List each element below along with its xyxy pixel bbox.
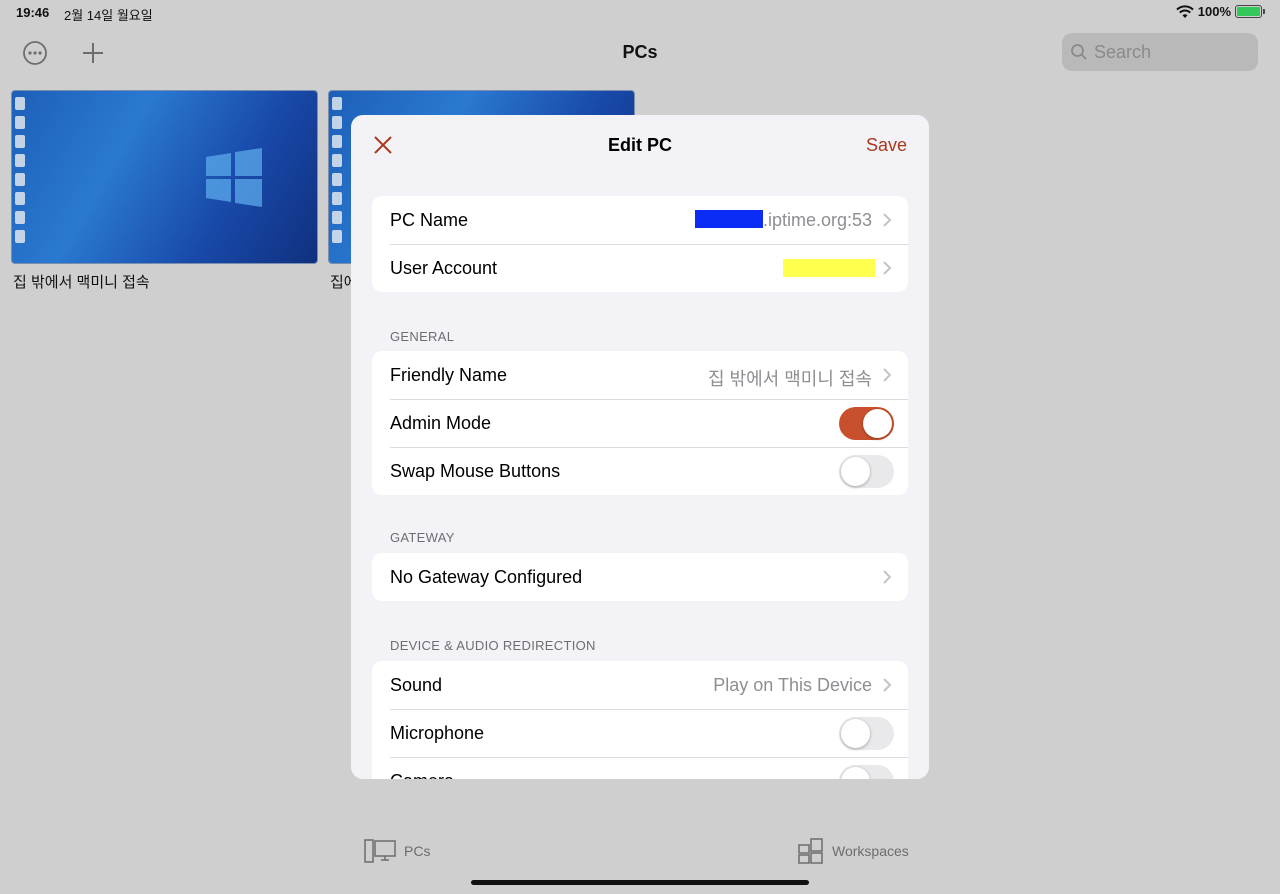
tab-pcs[interactable]: PCs — [364, 838, 430, 864]
save-button[interactable]: Save — [866, 135, 907, 156]
tab-workspaces[interactable]: Workspaces — [798, 838, 909, 864]
desktop-icons — [332, 97, 344, 243]
connection-group: PC Name .iptime.org:53 User Account — [372, 196, 908, 292]
admin-mode-label: Admin Mode — [390, 412, 492, 433]
wifi-icon — [1176, 4, 1194, 18]
gateway-label: No Gateway Configured — [390, 566, 583, 587]
section-header-gateway: GATEWAY — [390, 530, 455, 545]
admin-mode-row: Admin Mode — [372, 399, 908, 447]
modal-title: Edit PC — [607, 135, 672, 155]
tab-pcs-label: PCs — [404, 843, 431, 859]
status-time: 19:46 — [16, 5, 50, 20]
search-icon — [1071, 44, 1087, 60]
chevron-right-icon — [883, 368, 892, 382]
monitor-icon — [364, 839, 396, 863]
chevron-right-icon — [883, 570, 892, 584]
friendly-name-value: 집 밖에서 맥미니 접속 — [707, 369, 872, 389]
redaction-block — [783, 259, 875, 277]
pc-name-row[interactable]: PC Name .iptime.org:53 — [372, 196, 908, 244]
desktop-icons — [15, 97, 27, 243]
camera-toggle[interactable] — [839, 765, 894, 779]
chevron-right-icon — [883, 213, 892, 227]
camera-row: Camera — [372, 757, 908, 779]
tab-workspaces-label: Workspaces — [832, 843, 909, 859]
device-audio-group: Sound Play on This Device Microphone Cam… — [372, 661, 908, 779]
home-indicator — [471, 880, 809, 885]
windows-logo-icon — [206, 148, 262, 207]
swap-mouse-toggle[interactable] — [839, 455, 894, 488]
tab-bar: PCs Workspaces — [0, 830, 1280, 870]
user-account-row[interactable]: User Account — [372, 244, 908, 292]
redaction-block — [694, 210, 763, 228]
swap-mouse-row: Swap Mouse Buttons — [372, 447, 908, 495]
admin-mode-toggle[interactable] — [839, 407, 894, 440]
search-box[interactable] — [1062, 33, 1258, 71]
camera-label: Camera — [390, 771, 454, 780]
search-input[interactable] — [1094, 41, 1234, 63]
user-account-label: User Account — [390, 257, 498, 278]
status-right: 100% — [1176, 4, 1265, 19]
pc-name-value: .iptime.org:53 — [694, 210, 872, 231]
nav-bar: PCs — [0, 26, 1280, 82]
section-header-device-audio: DEVICE & AUDIO REDIRECTION — [390, 638, 596, 653]
gateway-group: No Gateway Configured — [372, 553, 908, 601]
friendly-name-label: Friendly Name — [390, 364, 508, 385]
pc-tile-thumbnail[interactable] — [11, 90, 318, 264]
section-header-general: GENERAL — [390, 329, 455, 344]
modal-header: Edit PC Save — [351, 115, 929, 175]
microphone-label: Microphone — [390, 722, 485, 743]
gateway-row[interactable]: No Gateway Configured — [372, 553, 908, 601]
swap-mouse-label: Swap Mouse Buttons — [390, 460, 561, 481]
pc-name-label: PC Name — [390, 209, 469, 230]
general-group: Friendly Name 집 밖에서 맥미니 접속 Admin Mode Sw… — [372, 351, 908, 495]
status-date: 2월 14일 월요일 — [64, 8, 153, 23]
status-bar: 19:46 2월 14일 월요일 100% — [0, 0, 1280, 26]
chevron-right-icon — [883, 261, 892, 275]
sound-label: Sound — [390, 674, 443, 695]
chevron-right-icon — [883, 678, 892, 692]
friendly-name-row[interactable]: Friendly Name 집 밖에서 맥미니 접속 — [372, 351, 908, 399]
battery-percent: 100% — [1197, 4, 1231, 19]
workspaces-icon — [798, 838, 823, 864]
microphone-toggle[interactable] — [839, 717, 894, 750]
edit-pc-modal: Edit PC Save PC Name .iptime.org:53 User… — [351, 115, 929, 779]
microphone-row: Microphone — [372, 709, 908, 757]
battery-icon — [1235, 5, 1265, 18]
sound-row[interactable]: Sound Play on This Device — [372, 661, 908, 709]
sound-value: Play on This Device — [713, 675, 872, 695]
pc-tile-label[interactable]: 집 밖에서 맥미니 접속 — [13, 271, 150, 292]
